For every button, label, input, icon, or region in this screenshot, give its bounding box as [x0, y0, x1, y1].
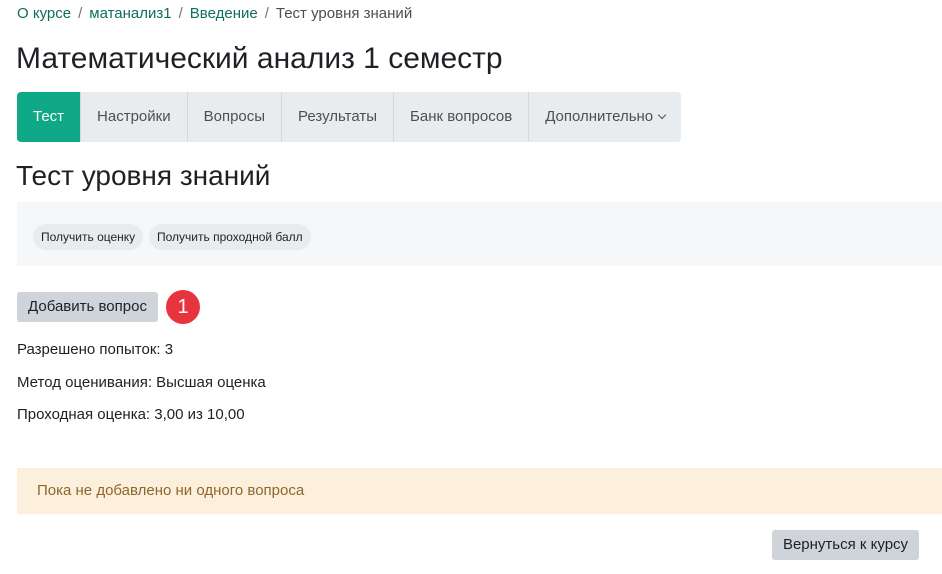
tab-question-bank[interactable]: Банк вопросов — [394, 92, 530, 142]
tab-label: Вопросы — [203, 108, 266, 125]
breadcrumb-link-intro[interactable]: Введение — [190, 5, 258, 22]
add-question-button[interactable]: Добавить вопрос — [17, 292, 158, 322]
breadcrumb-separator: / — [264, 5, 269, 22]
tab-more[interactable]: Дополнительно — [529, 92, 681, 142]
passing-grade-text: Проходная оценка: 3,00 из 10,00 — [17, 406, 245, 423]
quiz-title: Тест уровня знаний — [16, 160, 271, 191]
tab-label: Результаты — [298, 108, 378, 125]
breadcrumb-link-matanaliz[interactable]: матанализ1 — [89, 5, 171, 22]
breadcrumb: О курсе / матанализ1 / Введение / Тест уровня … — [17, 5, 412, 23]
back-to-course-button[interactable]: Вернуться к курсу — [772, 530, 919, 560]
no-questions-alert: Пока не добавлено ни одного вопроса — [17, 468, 942, 514]
step-number-badge: 1 — [166, 290, 200, 324]
chevron-down-icon — [657, 110, 667, 120]
attempts-allowed-text: Разрешено попыток: 3 — [17, 341, 174, 358]
tab-quiz[interactable]: Тест — [17, 92, 82, 142]
tab-label: Тест — [33, 108, 65, 125]
get-grade-button[interactable]: Получить оценку — [33, 224, 144, 250]
get-passing-grade-button[interactable]: Получить проходной балл — [149, 224, 311, 250]
grading-method-text: Метод оценивания: Высшая оценка — [17, 374, 266, 391]
breadcrumb-current: Тест уровня знаний — [275, 5, 413, 22]
breadcrumb-separator: / — [178, 5, 183, 22]
tab-settings[interactable]: Настройки — [81, 92, 188, 142]
page-title: Математический анализ 1 семестр — [16, 42, 503, 75]
tab-label: Дополнительно — [545, 108, 654, 125]
tab-label: Банк вопросов — [410, 108, 513, 125]
secondary-nav-tabs: Тест Настройки Вопросы Результаты Банк в… — [17, 92, 682, 142]
tab-label: Настройки — [97, 108, 171, 125]
tab-results[interactable]: Результаты — [282, 92, 395, 142]
breadcrumb-separator: / — [78, 5, 83, 22]
breadcrumb-link-course[interactable]: О курсе — [17, 5, 71, 22]
quiz-actions-panel: Получить оценку Получить проходной балл — [17, 202, 942, 266]
tab-questions[interactable]: Вопросы — [188, 92, 283, 142]
